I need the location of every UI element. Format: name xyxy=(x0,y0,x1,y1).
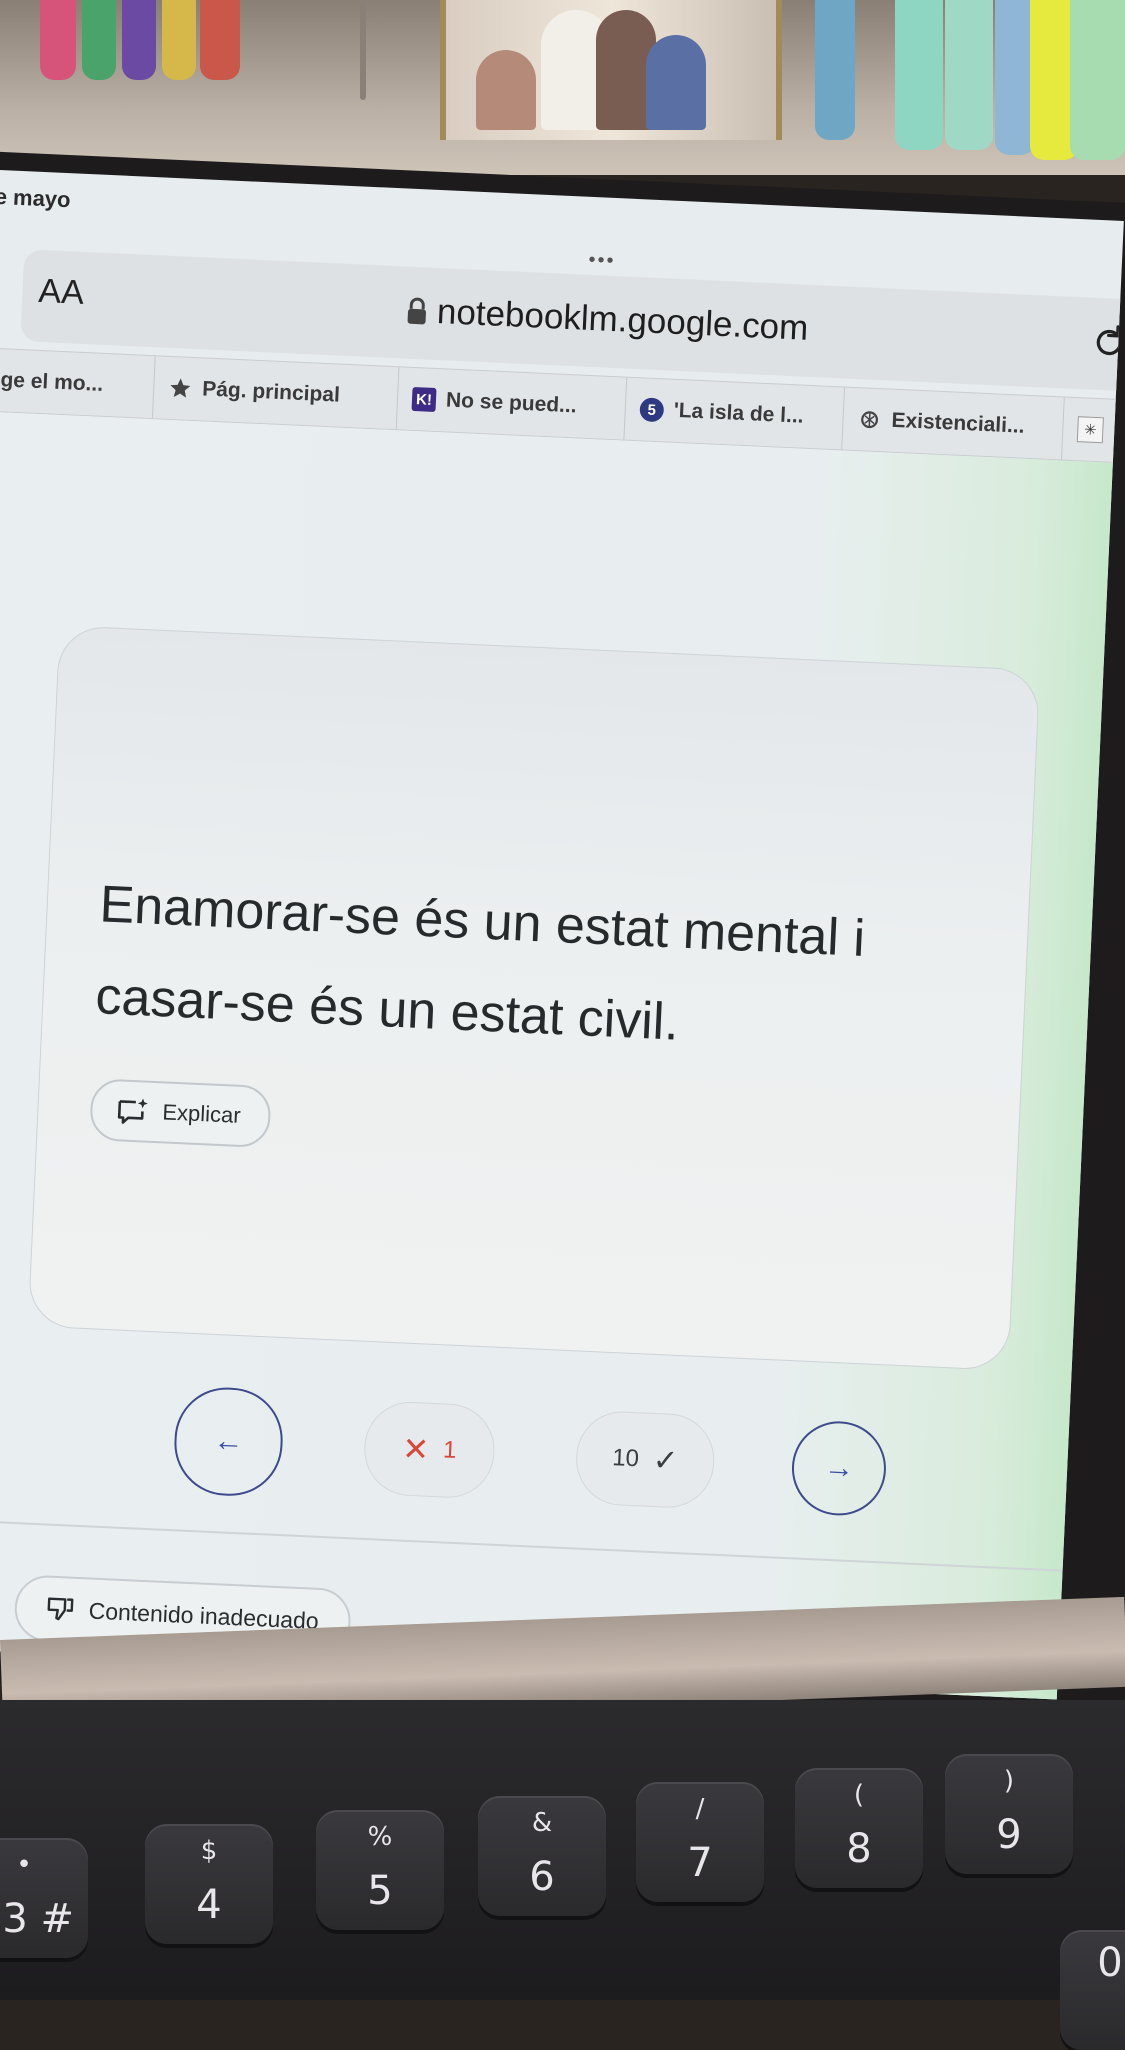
arrow-right-icon: → xyxy=(823,1450,855,1486)
bookmark-label: No se pued... xyxy=(445,388,578,418)
wrong-count: 1 xyxy=(442,1436,458,1465)
next-card-button[interactable]: → xyxy=(789,1419,889,1518)
key-5-bottom: 5 xyxy=(367,1868,393,1914)
key-7[interactable]: / 7 xyxy=(636,1782,764,1902)
bookmark-item-home[interactable]: Pág. principal xyxy=(152,356,400,430)
notebooklm-page: Enamorar-se és un estat mental i casar-s… xyxy=(0,411,1124,1700)
key-3-top: • xyxy=(16,1850,32,1880)
x-icon: ✕ xyxy=(401,1430,430,1468)
status-bar-date: e mayo xyxy=(0,183,72,213)
key-3[interactable]: • 3 # xyxy=(0,1838,88,1958)
explain-label: Explicar xyxy=(161,1099,242,1128)
spark-comment-icon xyxy=(117,1098,148,1124)
bookmark-item-0[interactable]: ge el mo... xyxy=(0,348,156,419)
key-4-top: $ xyxy=(200,1836,218,1866)
key-5-top: % xyxy=(367,1822,393,1852)
key-3-bottom: 3 # xyxy=(2,1896,74,1942)
flashcard[interactable]: Enamorar-se és un estat mental i casar-s… xyxy=(27,625,1041,1371)
key-8-bottom: 8 xyxy=(846,1826,872,1872)
key-4[interactable]: $ 4 xyxy=(145,1824,273,1944)
arrow-left-icon: ← xyxy=(212,1424,245,1459)
key-4-bottom: 4 xyxy=(196,1882,222,1928)
key-9-bottom: 9 xyxy=(996,1812,1022,1858)
bookmark-item-existencialismo[interactable]: Existenciali... xyxy=(842,387,1065,460)
multitasking-dots[interactable]: ••• xyxy=(588,249,616,273)
key-0-bottom: 0 xyxy=(1097,1940,1123,1986)
asterisk-icon: ✳ xyxy=(1076,416,1104,444)
key-0[interactable]: 0 xyxy=(1060,1930,1125,2050)
key-5[interactable]: % 5 xyxy=(316,1810,444,1930)
bookmark-label: Existenciali... xyxy=(891,408,1026,438)
explain-button[interactable]: Explicar xyxy=(89,1078,272,1149)
bookmark-label: Pág. principal xyxy=(201,377,341,407)
key-6[interactable]: & 6 xyxy=(478,1796,606,1916)
bookmark-label: 'La isla de l... xyxy=(673,398,805,428)
key-7-bottom: 7 xyxy=(687,1840,713,1886)
background-shelf xyxy=(0,0,1125,175)
bookmark-label: ge el mo... xyxy=(0,368,104,396)
lock-icon xyxy=(407,297,426,325)
key-6-bottom: 6 xyxy=(529,1854,555,1900)
kahoot-icon: K! xyxy=(411,386,437,413)
key-8-top: ( xyxy=(853,1780,865,1810)
bookmark-item-la-isla[interactable]: 5 'La isla de l... xyxy=(624,377,846,450)
star-icon xyxy=(168,376,193,401)
key-7-top: / xyxy=(695,1794,705,1824)
flashcard-text: Enamorar-se és un estat mental i casar-s… xyxy=(94,875,867,1052)
bookmark-item-kahoot[interactable]: K! No se pued... xyxy=(396,367,628,440)
url-text[interactable]: notebooklm.google.com xyxy=(436,292,809,349)
key-9-top: ) xyxy=(1003,1766,1015,1796)
flashcard-navigation: ← ✕ 1 10 ✓ → xyxy=(0,1371,1104,1534)
previous-card-button[interactable]: ← xyxy=(172,1385,285,1499)
correct-count: 10 xyxy=(611,1444,640,1473)
wrong-count-button[interactable]: ✕ 1 xyxy=(362,1399,497,1500)
check-icon: ✓ xyxy=(652,1443,679,1478)
key-8[interactable]: ( 8 xyxy=(795,1768,923,1888)
five-badge-icon: 5 xyxy=(639,397,665,423)
key-9[interactable]: ) 9 xyxy=(945,1754,1073,1874)
openai-icon xyxy=(857,407,882,432)
text-size-button[interactable]: AA xyxy=(38,272,85,313)
correct-count-button[interactable]: 10 ✓ xyxy=(574,1409,717,1510)
physical-keyboard: • 3 # $ 4 % 5 & 6 / 7 ( 8 ) 9 0 xyxy=(0,1700,1125,2050)
tablet-screen: e mayo ••• AA notebooklm.google.com ge e… xyxy=(0,170,1124,1700)
family-photo xyxy=(440,0,782,140)
thumbs-down-icon xyxy=(47,1597,74,1621)
key-6-top: & xyxy=(531,1808,553,1838)
